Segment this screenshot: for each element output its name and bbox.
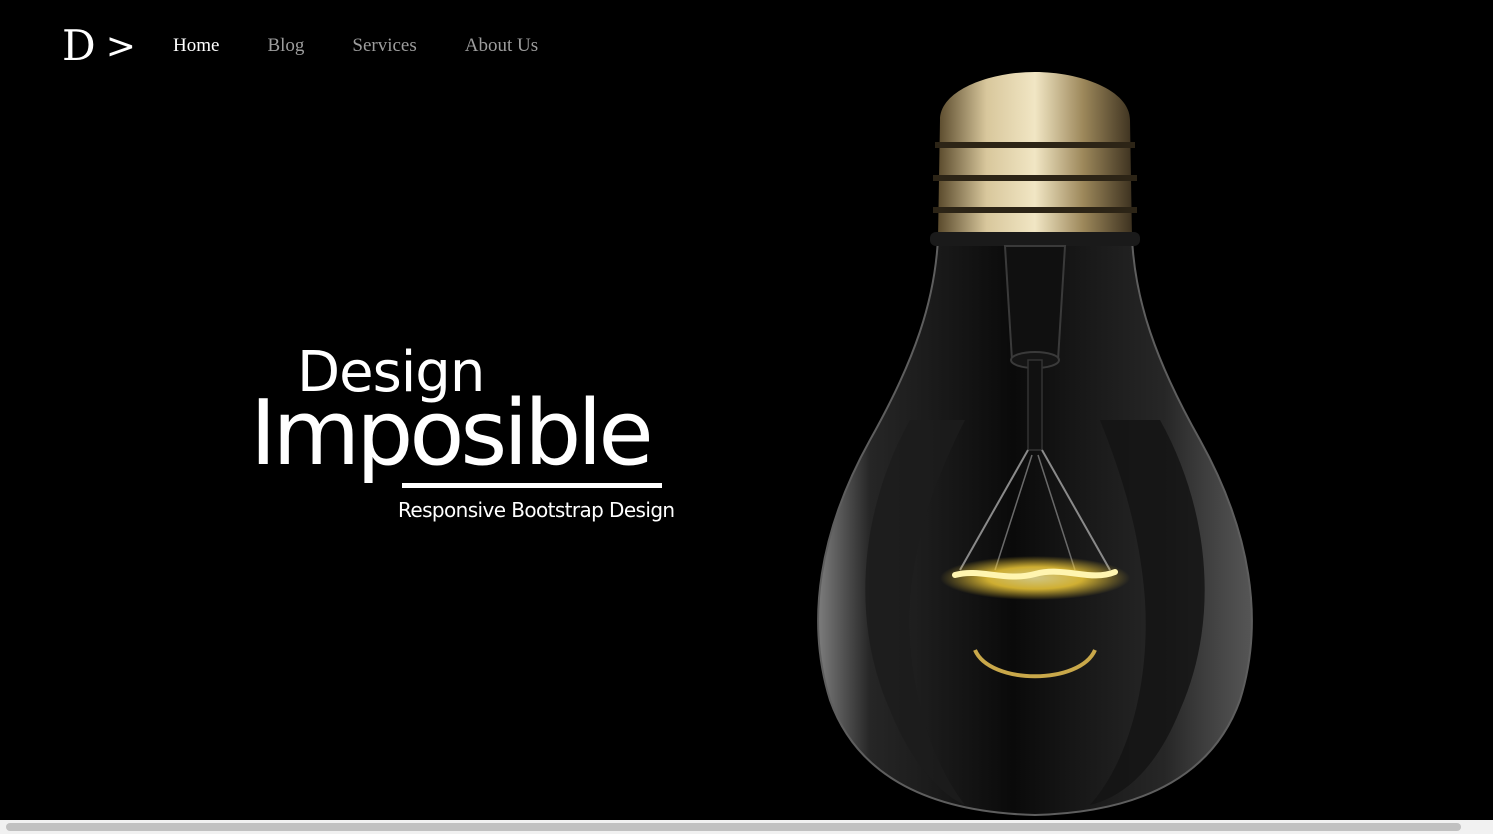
hero-section: Design Imposible Responsive Bootstrap De… [250, 336, 690, 536]
brand-arrow-icon: > [105, 26, 136, 67]
nav-item-about-us: About Us [465, 34, 538, 58]
nav-item-home: Home [173, 34, 219, 58]
nav-link-services[interactable]: Services [352, 35, 416, 56]
nav-item-services: Services [352, 34, 416, 58]
nav-item-blog: Blog [267, 34, 304, 58]
nav-link-blog[interactable]: Blog [267, 35, 304, 56]
nav-link-home[interactable]: Home [173, 35, 219, 56]
light-bulb-icon [817, 72, 1253, 817]
nav-link-about-us[interactable]: About Us [465, 35, 538, 56]
hero-underline [402, 483, 662, 488]
scrollbar-thumb[interactable] [6, 823, 1461, 831]
main-nav: Home Blog Services About Us [173, 34, 586, 58]
horizontal-scrollbar[interactable] [0, 820, 1493, 834]
light-bulb-image [790, 60, 1280, 820]
brand-letter: D [62, 21, 96, 70]
landing-page: D > Home Blog Services About Us Design Im… [0, 0, 1493, 834]
hero-tagline: Responsive Bootstrap Design [398, 498, 675, 522]
brand-logo-link[interactable]: D > [62, 22, 136, 71]
hero-title-imposible: Imposible [250, 381, 654, 486]
